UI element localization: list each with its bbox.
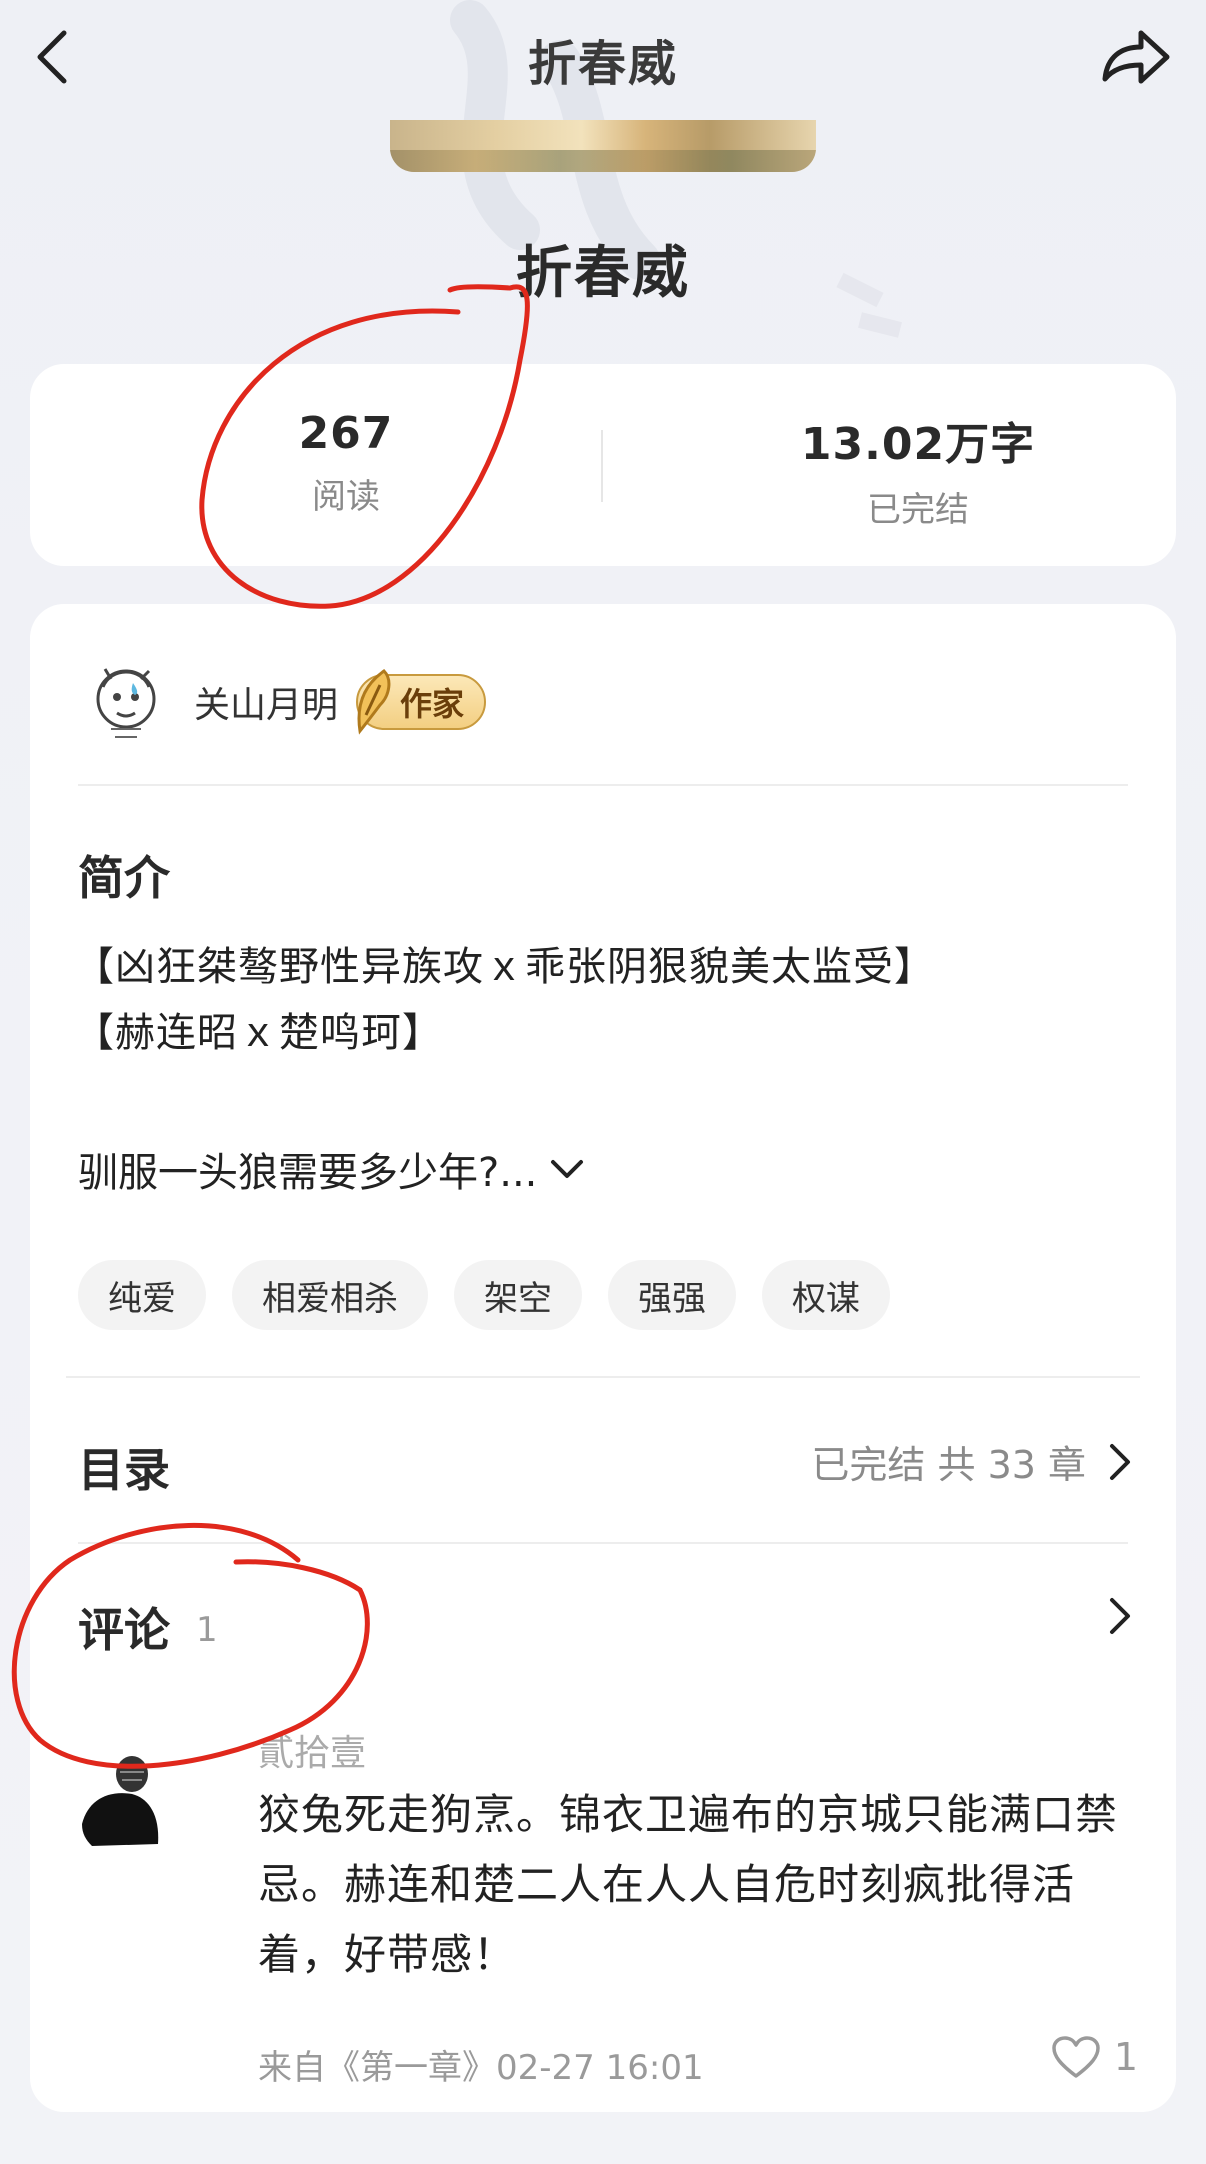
comments-more-button[interactable]: [1102, 1594, 1136, 1642]
intro-line-2: 【赫连昭ｘ楚鸣珂】: [74, 1010, 443, 1056]
author-row[interactable]: 关山月明 作家: [78, 652, 487, 752]
chevron-down-icon: [551, 1160, 584, 1178]
commenter-name[interactable]: 貳拾壹: [258, 1724, 366, 1776]
toc-summary: 已完结 共 33 章: [811, 1443, 1086, 1487]
reads-value: 267: [298, 408, 394, 459]
tag[interactable]: 强强: [608, 1260, 736, 1330]
intro-line-1: 【凶狂桀骜野性异族攻ｘ乖张阴狠貌美太监受】: [74, 944, 935, 990]
chevron-right-icon: [1110, 1598, 1130, 1634]
tag-list: 纯爱 相爱相杀 架空 强强 权谋: [78, 1260, 890, 1330]
pen-badge-icon: [357, 669, 391, 735]
intro-expand[interactable]: 驯服一头狼需要多少年?...: [78, 1140, 587, 1198]
divider: [66, 1376, 1140, 1378]
words-stat: 13.02万字 已完结: [718, 408, 1118, 531]
book-cover[interactable]: [390, 120, 816, 172]
book-title: 折春威: [516, 241, 690, 306]
divider: [78, 784, 1128, 786]
page-title: 折春威: [527, 36, 678, 92]
like-count: 1: [1113, 2035, 1138, 2079]
comment-text: 狡兔死走狗烹。锦衣卫遍布的京城只能满口禁忌。赫连和楚二人在人人自危时刻疯批得活着…: [258, 1790, 1119, 1979]
chevron-right-icon: [1110, 1443, 1130, 1480]
writer-badge: 作家: [356, 669, 487, 735]
toc-heading[interactable]: 目录: [78, 1434, 170, 1500]
toc-summary-link[interactable]: 已完结 共 33 章: [811, 1434, 1136, 1489]
comment-meta: 来自《第一章》02-27 16:01: [258, 2048, 704, 2088]
author-name[interactable]: 关山月明: [194, 676, 338, 728]
intro-line-3: 驯服一头狼需要多少年?...: [78, 1150, 538, 1196]
reads-stat: 267 阅读: [146, 408, 546, 518]
author-avatar[interactable]: [78, 654, 174, 750]
comments-heading: 评论: [78, 1603, 170, 1657]
intro-heading: 简介: [78, 851, 170, 905]
stat-divider: [601, 430, 603, 502]
tag[interactable]: 纯爱: [78, 1260, 206, 1330]
tag[interactable]: 架空: [454, 1260, 582, 1330]
status-label: 已完结: [867, 490, 969, 530]
comments-header[interactable]: 评论 1: [78, 1594, 218, 1660]
navigation-bar: 折春威: [0, 0, 1206, 120]
detail-card: 关山月明 作家 简介 【凶狂桀骜野性异族攻ｘ乖张阴狠貌美太监受】 【赫连昭ｘ楚鸣…: [30, 604, 1176, 2112]
reads-label: 阅读: [312, 477, 380, 517]
avatar-sketch-icon: [96, 668, 156, 738]
tag[interactable]: 相爱相杀: [232, 1260, 428, 1330]
like-button[interactable]: 1: [1050, 2034, 1138, 2080]
words-value: 13.02万字: [800, 419, 1036, 470]
comments-count: 1: [196, 1610, 218, 1650]
divider: [78, 1542, 1128, 1544]
stats-card: 267 阅读 13.02万字 已完结: [30, 364, 1176, 566]
commenter-avatar[interactable]: [78, 1754, 162, 1850]
share-icon: [1102, 30, 1170, 84]
tag[interactable]: 权谋: [762, 1260, 890, 1330]
share-button[interactable]: [1096, 22, 1176, 92]
heart-icon: [1052, 2036, 1100, 2078]
